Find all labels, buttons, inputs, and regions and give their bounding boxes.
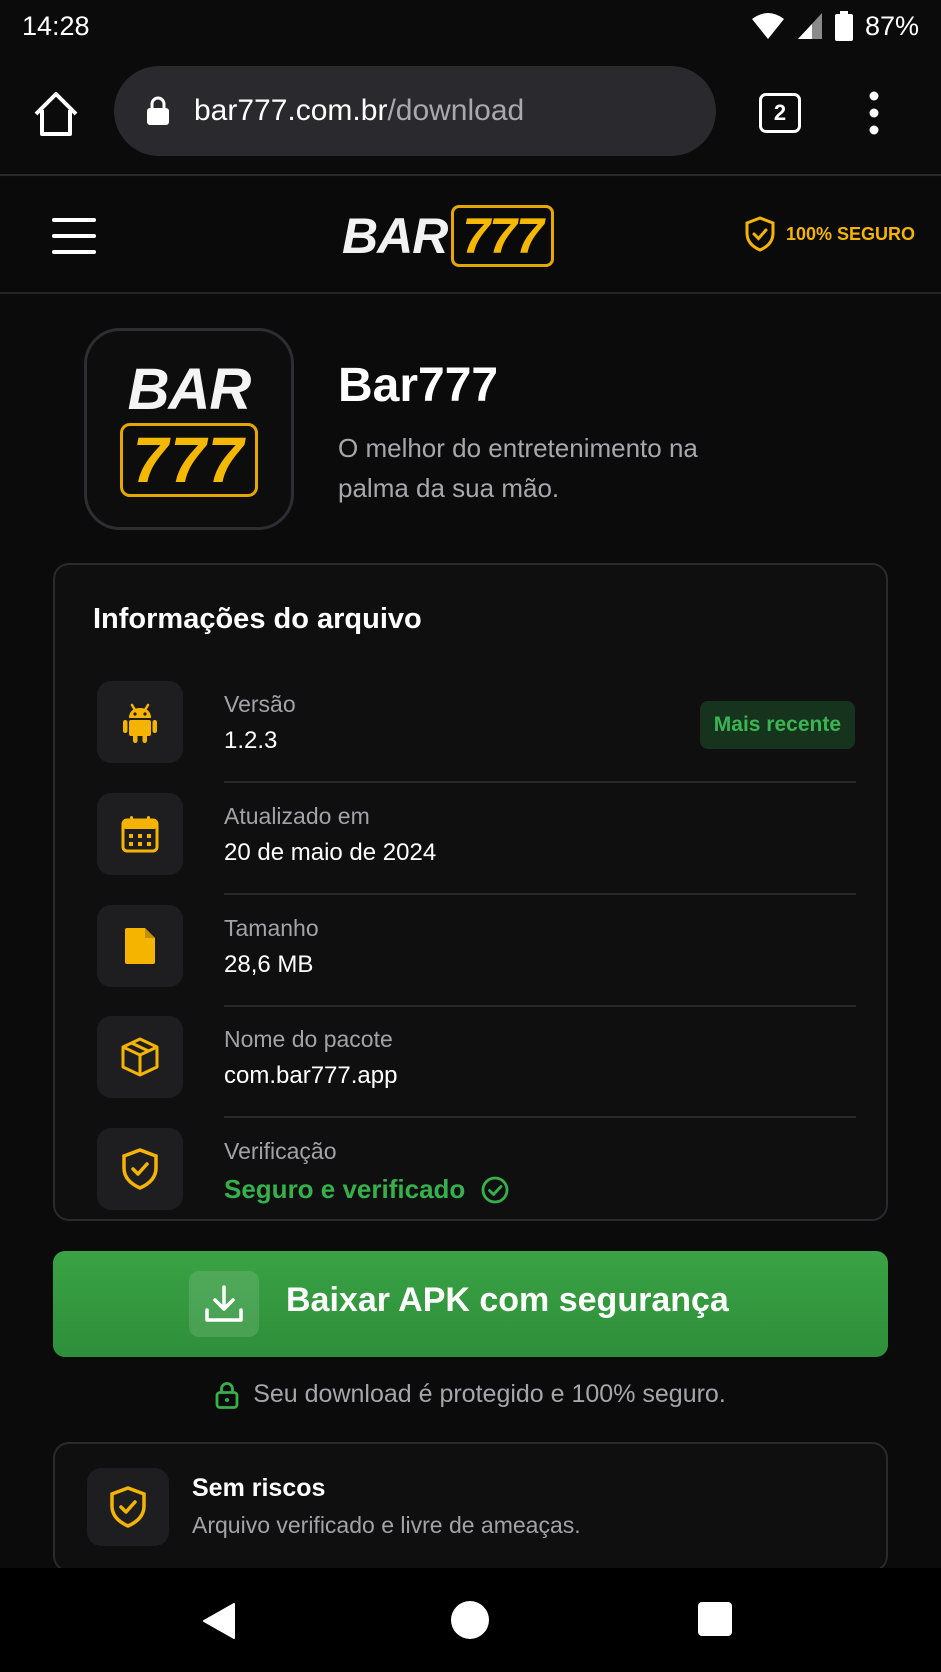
info-label: Atualizado em <box>224 803 370 829</box>
download-apk-button[interactable]: Baixar APK com segurança <box>53 1251 888 1357</box>
info-row-version: Versão 1.2.3 Mais recente <box>95 671 856 783</box>
status-bar: 14:28 87% <box>0 0 941 52</box>
status-time: 14:28 <box>22 10 90 41</box>
tab-count: 2 <box>773 100 787 125</box>
download-icon <box>189 1271 259 1337</box>
calendar-icon <box>97 793 183 875</box>
app-name: Bar777 <box>338 359 499 412</box>
info-label: Nome do pacote <box>224 1026 393 1052</box>
file-info-title: Informações do arquivo <box>93 603 422 635</box>
latest-version-badge: Mais recente <box>699 701 855 749</box>
cell-signal-icon <box>797 13 822 39</box>
secure-badge: 100% SEGURO <box>744 216 915 252</box>
status-icons: 87% <box>751 11 919 42</box>
info-label: Verificação <box>224 1138 337 1164</box>
back-icon[interactable] <box>202 1602 236 1640</box>
logo-777-text: 777 <box>451 205 554 267</box>
info-row-verification: Verificação Seguro e verificado <box>95 1118 855 1230</box>
hamburger-menu-icon[interactable] <box>52 218 96 254</box>
risk-card-subtitle: Arquivo verificado e livre de ameaças. <box>192 1512 581 1538</box>
site-logo[interactable]: BAR 777 <box>342 204 554 268</box>
app-icon-777-text: 777 <box>119 423 259 497</box>
logo-bar-text: BAR <box>342 208 448 264</box>
package-icon <box>97 1016 183 1098</box>
info-value: 20 de maio de 2024 <box>224 839 437 866</box>
info-label: Tamanho <box>224 915 319 941</box>
screen: 14:28 87% bar777.com.br /download 2 BAR … <box>0 0 941 1672</box>
secure-badge-label: 100% SEGURO <box>785 223 915 244</box>
verification-status: Seguro e verificado <box>224 1174 509 1205</box>
tab-switcher-button[interactable]: 2 <box>759 93 801 133</box>
no-risk-card: Sem riscos Arquivo verificado e livre de… <box>53 1442 888 1572</box>
android-icon <box>97 681 183 763</box>
file-icon <box>97 905 183 987</box>
url-path: /download <box>387 94 525 127</box>
verification-text: Seguro e verificado <box>224 1174 466 1204</box>
browser-toolbar: bar777.com.br/download 2 <box>0 52 941 176</box>
check-circle-icon <box>481 1176 509 1203</box>
risk-card-title: Sem riscos <box>192 1474 326 1502</box>
shield-check-icon <box>97 1128 183 1210</box>
app-tagline: O melhor do entretenimento na palma da s… <box>338 433 698 503</box>
site-header: BAR 777 100% SEGURO <box>0 178 941 294</box>
more-vert-icon[interactable] <box>862 90 886 136</box>
nav-home-icon[interactable] <box>451 1601 489 1639</box>
wifi-icon <box>751 13 784 39</box>
info-value: com.bar777.app <box>224 1062 398 1089</box>
url-host: bar777.com.br <box>194 94 388 127</box>
secure-note-text: Seu download é protegido e 100% seguro. <box>253 1380 726 1408</box>
info-row-updated: Atualizado em 20 de maio de 2024 <box>95 783 856 895</box>
home-icon[interactable] <box>30 88 82 140</box>
info-label: Versão <box>224 691 296 717</box>
shield-check-icon <box>745 216 775 252</box>
lock-icon <box>215 1381 239 1409</box>
shield-check-icon <box>87 1468 169 1546</box>
battery-icon <box>834 11 853 41</box>
recent-apps-icon[interactable] <box>698 1602 732 1636</box>
battery-percent: 87% <box>864 10 919 41</box>
info-value: 28,6 MB <box>224 951 314 978</box>
lock-icon <box>147 96 169 125</box>
file-info-card: Informações do arquivo Versão 1.2.3 Mais… <box>53 563 888 1221</box>
info-row-size: Tamanho 28,6 MB <box>95 895 856 1007</box>
secure-download-note: Seu download é protegido e 100% seguro. <box>0 1380 941 1409</box>
download-button-label: Baixar APK com segurança <box>286 1281 729 1319</box>
system-navigation-bar <box>0 1568 941 1672</box>
app-icon: BAR 777 <box>84 328 294 530</box>
url-bar[interactable]: bar777.com.br/download <box>114 66 716 156</box>
info-value: 1.2.3 <box>224 727 278 754</box>
app-icon-bar-text: BAR <box>127 357 252 422</box>
info-row-package: Nome do pacote com.bar777.app <box>95 1006 856 1118</box>
